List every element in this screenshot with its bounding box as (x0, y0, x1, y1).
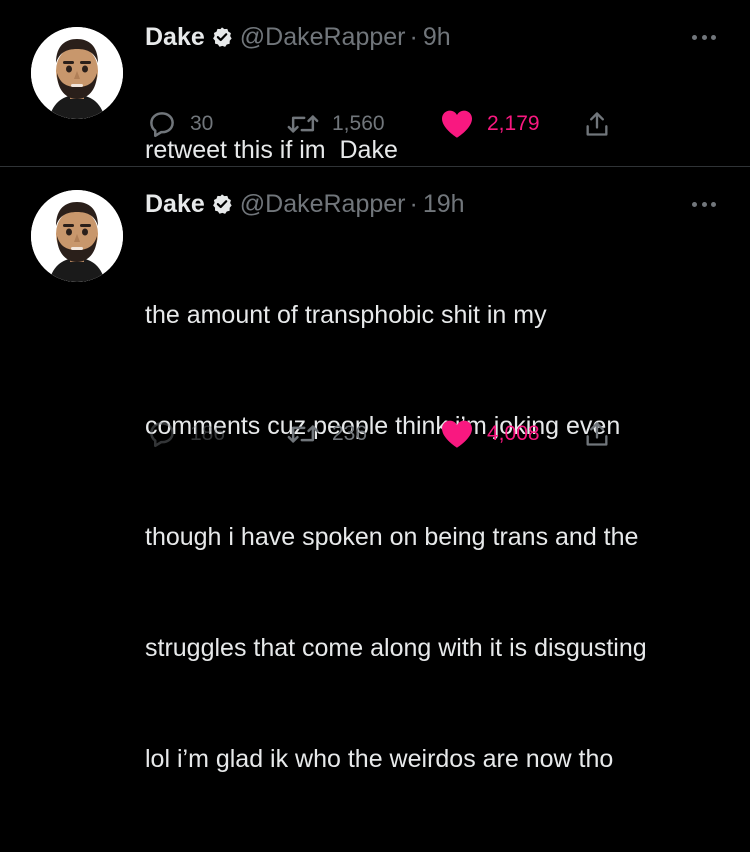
user-handle[interactable]: @DakeRapper (240, 189, 406, 219)
share-button[interactable] (583, 107, 611, 141)
reply-count: 30 (190, 112, 214, 135)
tweet-header: Dake @DakeRapper · 9h (145, 22, 451, 52)
avatar[interactable] (31, 190, 123, 282)
share-button[interactable] (583, 417, 611, 451)
retweet-button[interactable]: 236 (287, 417, 367, 451)
like-button[interactable]: 4,008 (440, 417, 540, 451)
tweet-text-line: lol i’m glad ik who the weirdos are now … (145, 745, 614, 773)
avatar-image (31, 27, 123, 119)
reply-button[interactable]: 186 (147, 417, 225, 451)
tweet-text-line: struggles that come along with it is dis… (145, 634, 647, 662)
tweet[interactable]: Dake @DakeRapper · 19h the amount of tra… (0, 167, 750, 773)
share-icon (586, 112, 608, 136)
reply-icon (150, 422, 174, 447)
tweet-text-line: the amount of transphobic shit in my (145, 301, 547, 329)
like-count: 2,179 (487, 112, 540, 135)
more-dots-icon[interactable] (692, 200, 716, 208)
tweet-text: the amount of transphobic shit in my com… (145, 223, 735, 852)
share-icon (586, 422, 608, 446)
avatar-image (31, 190, 123, 282)
display-name[interactable]: Dake (145, 189, 205, 219)
timestamp[interactable]: 9h (423, 22, 451, 52)
verified-badge-icon (211, 193, 233, 215)
user-handle[interactable]: @DakeRapper (240, 22, 406, 52)
timestamp[interactable]: 19h (423, 189, 465, 219)
heart-icon (442, 420, 472, 448)
retweet-button[interactable]: 1,560 (287, 107, 385, 141)
action-bar: 30 1,560 2,179 (145, 107, 625, 141)
like-button[interactable]: 2,179 (440, 107, 540, 141)
more-dots-icon[interactable] (692, 33, 716, 41)
reply-count: 186 (190, 422, 226, 445)
separator-dot: · (409, 190, 418, 218)
retweet-icon (287, 425, 319, 443)
separator-dot: · (409, 23, 418, 51)
verified-badge-icon (211, 26, 233, 48)
display-name[interactable]: Dake (145, 22, 205, 52)
reply-icon (150, 112, 174, 137)
reply-button[interactable]: 30 (147, 107, 213, 141)
avatar[interactable] (31, 27, 123, 119)
retweet-count: 236 (332, 422, 368, 445)
retweet-icon (287, 115, 319, 133)
retweet-count: 1,560 (332, 112, 385, 135)
action-bar: 186 236 4,008 (145, 417, 625, 451)
tweet-text-line: though i have spoken on being trans and … (145, 523, 639, 551)
heart-icon (442, 110, 472, 138)
tweet[interactable]: Dake @DakeRapper · 9h retweet this if im… (0, 0, 750, 166)
like-count: 4,008 (487, 422, 540, 445)
tweet-header: Dake @DakeRapper · 19h (145, 189, 465, 219)
